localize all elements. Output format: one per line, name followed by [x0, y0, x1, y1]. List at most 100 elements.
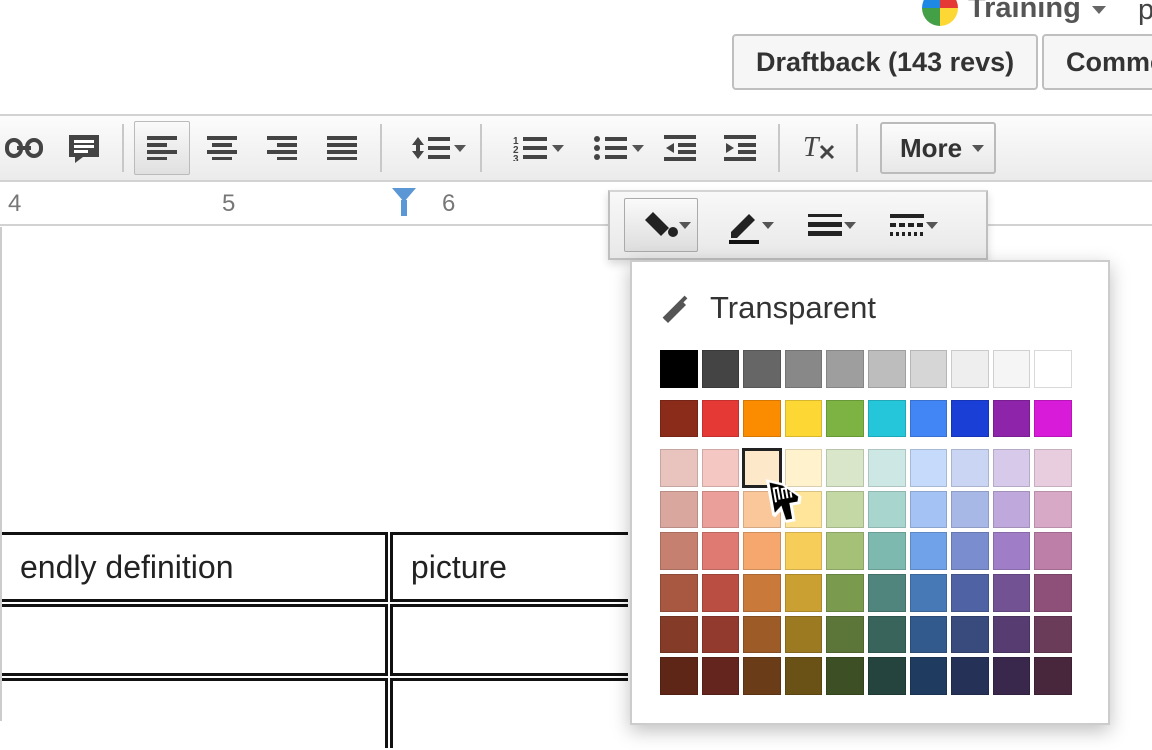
account-name[interactable]: Training: [968, 0, 1081, 25]
align-right-button[interactable]: [254, 121, 310, 175]
color-swatch[interactable]: [1034, 657, 1072, 695]
color-swatch[interactable]: [826, 400, 864, 438]
color-swatch[interactable]: [868, 400, 906, 438]
color-swatch[interactable]: [826, 574, 864, 612]
table-cell[interactable]: [390, 604, 628, 676]
color-swatch[interactable]: [951, 350, 989, 388]
color-swatch[interactable]: [910, 616, 948, 654]
color-swatch[interactable]: [743, 657, 781, 695]
align-left-button[interactable]: [134, 121, 190, 175]
color-swatch[interactable]: [993, 532, 1031, 570]
color-swatch[interactable]: [951, 449, 989, 487]
document-table[interactable]: endly definition picture: [0, 530, 630, 750]
decrease-indent-button[interactable]: [652, 121, 708, 175]
color-swatch[interactable]: [1034, 449, 1072, 487]
indent-marker-icon[interactable]: [392, 188, 416, 202]
color-swatch[interactable]: [910, 532, 948, 570]
color-swatch[interactable]: [910, 574, 948, 612]
color-swatch[interactable]: [910, 400, 948, 438]
color-swatch[interactable]: [785, 449, 823, 487]
color-swatch[interactable]: [660, 491, 698, 529]
color-swatch[interactable]: [951, 491, 989, 529]
color-swatch[interactable]: [826, 449, 864, 487]
color-swatch[interactable]: [660, 616, 698, 654]
color-swatch[interactable]: [785, 350, 823, 388]
color-swatch[interactable]: [702, 400, 740, 438]
table-cell[interactable]: endly definition: [2, 532, 388, 602]
color-swatch[interactable]: [743, 532, 781, 570]
color-swatch[interactable]: [743, 350, 781, 388]
color-swatch[interactable]: [826, 491, 864, 529]
border-style-button[interactable]: [870, 198, 944, 252]
color-swatch[interactable]: [910, 350, 948, 388]
color-swatch[interactable]: [660, 574, 698, 612]
color-swatch[interactable]: [993, 616, 1031, 654]
table-cell[interactable]: [390, 678, 628, 748]
color-swatch[interactable]: [993, 657, 1031, 695]
border-color-button[interactable]: [706, 198, 780, 252]
comment-icon[interactable]: [56, 121, 112, 175]
avatar[interactable]: [922, 0, 958, 26]
color-swatch[interactable]: [868, 657, 906, 695]
color-swatch[interactable]: [785, 616, 823, 654]
align-center-button[interactable]: [194, 121, 250, 175]
color-swatch[interactable]: [743, 574, 781, 612]
color-swatch[interactable]: [702, 532, 740, 570]
color-swatch[interactable]: [785, 574, 823, 612]
color-swatch[interactable]: [660, 532, 698, 570]
color-swatch[interactable]: [1034, 400, 1072, 438]
color-swatch[interactable]: [951, 400, 989, 438]
color-swatch[interactable]: [702, 491, 740, 529]
color-swatch[interactable]: [1034, 532, 1072, 570]
link-icon[interactable]: [0, 121, 52, 175]
color-swatch[interactable]: [951, 574, 989, 612]
color-swatch[interactable]: [785, 532, 823, 570]
color-swatch[interactable]: [910, 491, 948, 529]
color-swatch[interactable]: [785, 491, 823, 529]
color-swatch[interactable]: [951, 532, 989, 570]
color-swatch[interactable]: [868, 574, 906, 612]
color-swatch[interactable]: [1034, 574, 1072, 612]
color-swatch[interactable]: [660, 400, 698, 438]
transparent-option[interactable]: Transparent: [660, 280, 1080, 336]
comments-button[interactable]: Comme: [1042, 34, 1152, 90]
color-swatch[interactable]: [910, 449, 948, 487]
color-swatch[interactable]: [868, 350, 906, 388]
bulleted-list-button[interactable]: [572, 121, 648, 175]
color-swatch[interactable]: [743, 491, 781, 529]
color-swatch[interactable]: [785, 657, 823, 695]
color-swatch[interactable]: [868, 532, 906, 570]
color-swatch[interactable]: [743, 616, 781, 654]
color-swatch[interactable]: [660, 657, 698, 695]
numbered-list-button[interactable]: 123: [492, 121, 568, 175]
color-swatch[interactable]: [868, 491, 906, 529]
color-swatch[interactable]: [826, 532, 864, 570]
color-swatch[interactable]: [702, 657, 740, 695]
color-swatch[interactable]: [1034, 616, 1072, 654]
color-swatch[interactable]: [993, 491, 1031, 529]
table-cell[interactable]: picture: [390, 532, 628, 602]
increase-indent-button[interactable]: [712, 121, 768, 175]
table-cell[interactable]: [2, 604, 388, 676]
color-swatch[interactable]: [660, 449, 698, 487]
color-swatch[interactable]: [1034, 491, 1072, 529]
color-swatch[interactable]: [868, 449, 906, 487]
line-spacing-button[interactable]: [392, 121, 470, 175]
color-swatch[interactable]: [910, 657, 948, 695]
fill-color-button[interactable]: [624, 198, 698, 252]
color-swatch[interactable]: [660, 350, 698, 388]
color-swatch[interactable]: [702, 616, 740, 654]
color-swatch[interactable]: [951, 616, 989, 654]
color-swatch[interactable]: [702, 574, 740, 612]
color-swatch[interactable]: [785, 400, 823, 438]
color-swatch[interactable]: [1034, 350, 1072, 388]
table-cell[interactable]: [2, 678, 388, 748]
color-swatch[interactable]: [826, 657, 864, 695]
color-swatch[interactable]: [993, 350, 1031, 388]
color-swatch[interactable]: [826, 616, 864, 654]
more-button[interactable]: More: [880, 122, 996, 174]
draftback-button[interactable]: Draftback (143 revs): [732, 34, 1038, 90]
color-swatch[interactable]: [951, 657, 989, 695]
border-width-button[interactable]: [788, 198, 862, 252]
align-justify-button[interactable]: [314, 121, 370, 175]
